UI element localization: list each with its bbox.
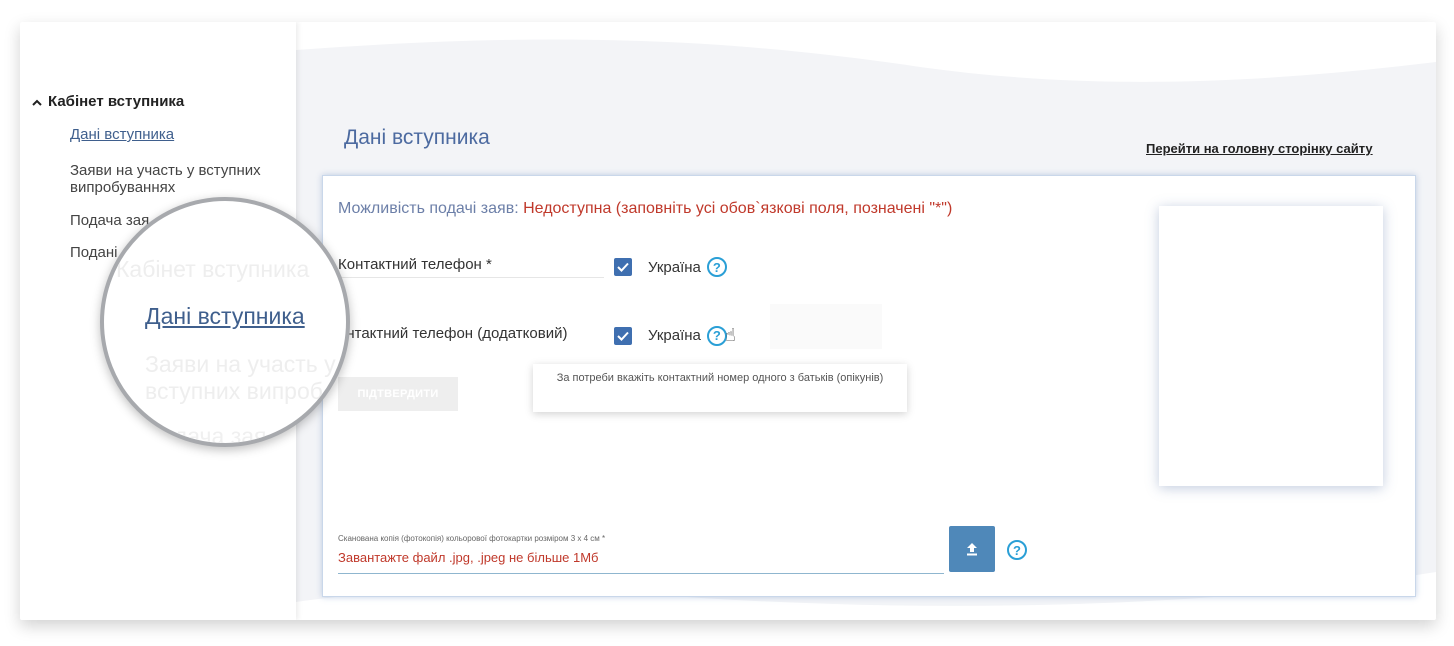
magnifier-item-text: Заяви на участь у вступних випроб: [145, 351, 336, 405]
upload-caption: Сканована копія (фотокопія) кольорової ф…: [338, 534, 606, 543]
home-page-link[interactable]: Перейти на головну сторінку сайту: [1146, 141, 1373, 156]
check-icon: [617, 331, 629, 341]
question-circle-icon[interactable]: ?: [1007, 540, 1027, 560]
application-status: Можливість подачі заяв: Недоступна (запо…: [338, 200, 952, 218]
magnifier-line: Заяви на участь у: [145, 351, 336, 377]
sidebar-section-toggle[interactable]: Кабінет вступника: [32, 93, 184, 110]
check-icon: [617, 262, 629, 272]
page-title: Дані вступника: [344, 126, 490, 149]
status-label: Можливість подачі заяв:: [338, 200, 519, 217]
phone2-row: онтактний телефон (додатковий) Україна ?…: [338, 325, 736, 346]
ukraine-checkbox[interactable]: [614, 258, 632, 276]
magnifier-active-item: Дані вступника: [145, 303, 305, 329]
magnifier-header: Кабінет вступника: [116, 256, 310, 282]
sidebar-item-applicant-data[interactable]: Дані вступника: [70, 126, 280, 143]
phone2-field[interactable]: онтактний телефон (додатковий): [338, 325, 604, 346]
magnifier-overlay: Кабінет вступника Дані вступника Заяви н…: [100, 197, 350, 447]
magnifier-line: вступних випроб: [145, 378, 323, 404]
photo-upload-field[interactable]: Завантажте файл .jpg, .jpeg не більше 1М…: [338, 550, 944, 574]
phone-field[interactable]: Контактний телефон *: [338, 256, 604, 278]
sidebar-section-title: Кабінет вступника: [48, 93, 185, 110]
chevron-up-icon: [32, 95, 44, 109]
hand-pointer-icon: ☝: [724, 325, 736, 345]
photo-preview: [1159, 206, 1383, 486]
confirm-button[interactable]: ПІДТВЕРДИТИ: [338, 377, 458, 411]
phone2-input-placeholder[interactable]: [770, 304, 882, 349]
upload-icon: [967, 543, 977, 556]
question-circle-icon[interactable]: ?: [706, 325, 727, 346]
applicant-form-card: Можливість подачі заяв: Недоступна (запо…: [322, 175, 1416, 597]
country-label-2: Україна: [648, 327, 701, 344]
help-tooltip: За потреби вкажіть контактний номер одно…: [533, 364, 907, 412]
question-circle-icon[interactable]: ?: [706, 257, 727, 277]
phone-row: Контактний телефон * Україна ?: [338, 256, 727, 278]
ukraine-checkbox-2[interactable]: [614, 326, 632, 345]
country-label: Україна: [648, 258, 701, 276]
status-value: Недоступна (заповніть усі обов`язкові по…: [523, 200, 953, 217]
upload-button[interactable]: [949, 526, 995, 572]
sidebar-item-exam-applications[interactable]: Заяви на участь у вступних випробуваннях: [70, 162, 280, 196]
